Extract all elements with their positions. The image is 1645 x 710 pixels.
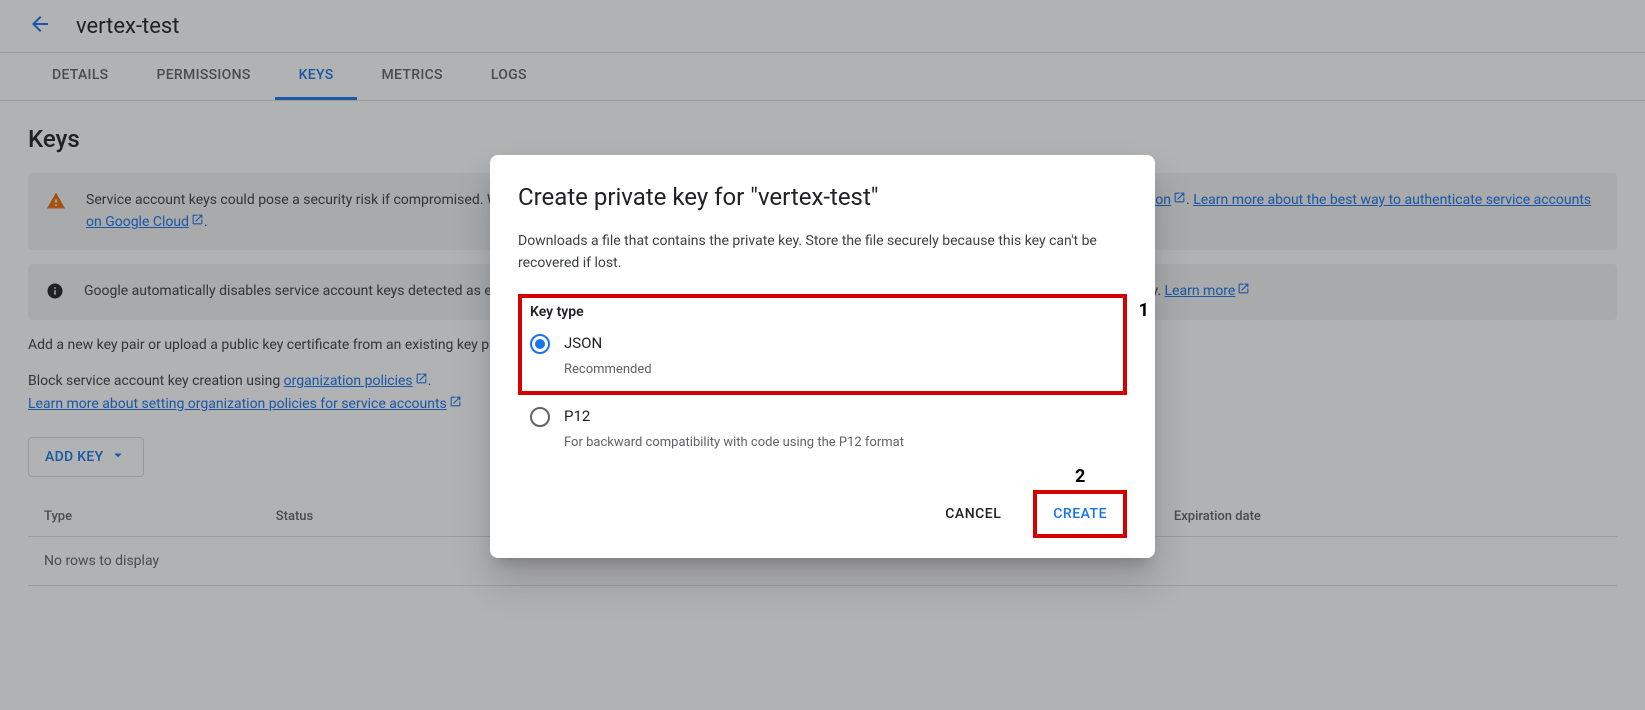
annotation-box-2: 2 CREATE bbox=[1033, 490, 1127, 538]
modal-title: Create private key for "vertex-test" bbox=[518, 183, 1127, 211]
radio-json-label: JSON bbox=[564, 334, 602, 352]
modal-subtitle: Downloads a file that contains the priva… bbox=[518, 231, 1127, 274]
radio-p12[interactable] bbox=[530, 407, 550, 427]
radio-json[interactable] bbox=[530, 334, 550, 354]
radio-json-sub: Recommended bbox=[564, 362, 1115, 377]
modal-overlay[interactable]: Create private key for "vertex-test" Dow… bbox=[0, 0, 1645, 710]
annotation-box-1: 1 Key type JSON Recommended bbox=[518, 294, 1127, 395]
radio-json-block[interactable]: JSON Recommended bbox=[530, 330, 1115, 377]
create-button[interactable]: CREATE bbox=[1039, 496, 1121, 532]
create-key-modal: Create private key for "vertex-test" Dow… bbox=[490, 155, 1155, 558]
annotation-number-1: 1 bbox=[1139, 300, 1149, 321]
cancel-button[interactable]: CANCEL bbox=[931, 496, 1015, 532]
annotation-number-2: 2 bbox=[1075, 466, 1085, 487]
radio-p12-sub: For backward compatibility with code usi… bbox=[564, 435, 1127, 450]
key-type-label: Key type bbox=[530, 304, 1115, 320]
radio-p12-block[interactable]: P12 For backward compatibility with code… bbox=[518, 403, 1127, 450]
modal-actions: CANCEL 2 CREATE bbox=[518, 490, 1127, 538]
radio-p12-label: P12 bbox=[564, 407, 590, 425]
